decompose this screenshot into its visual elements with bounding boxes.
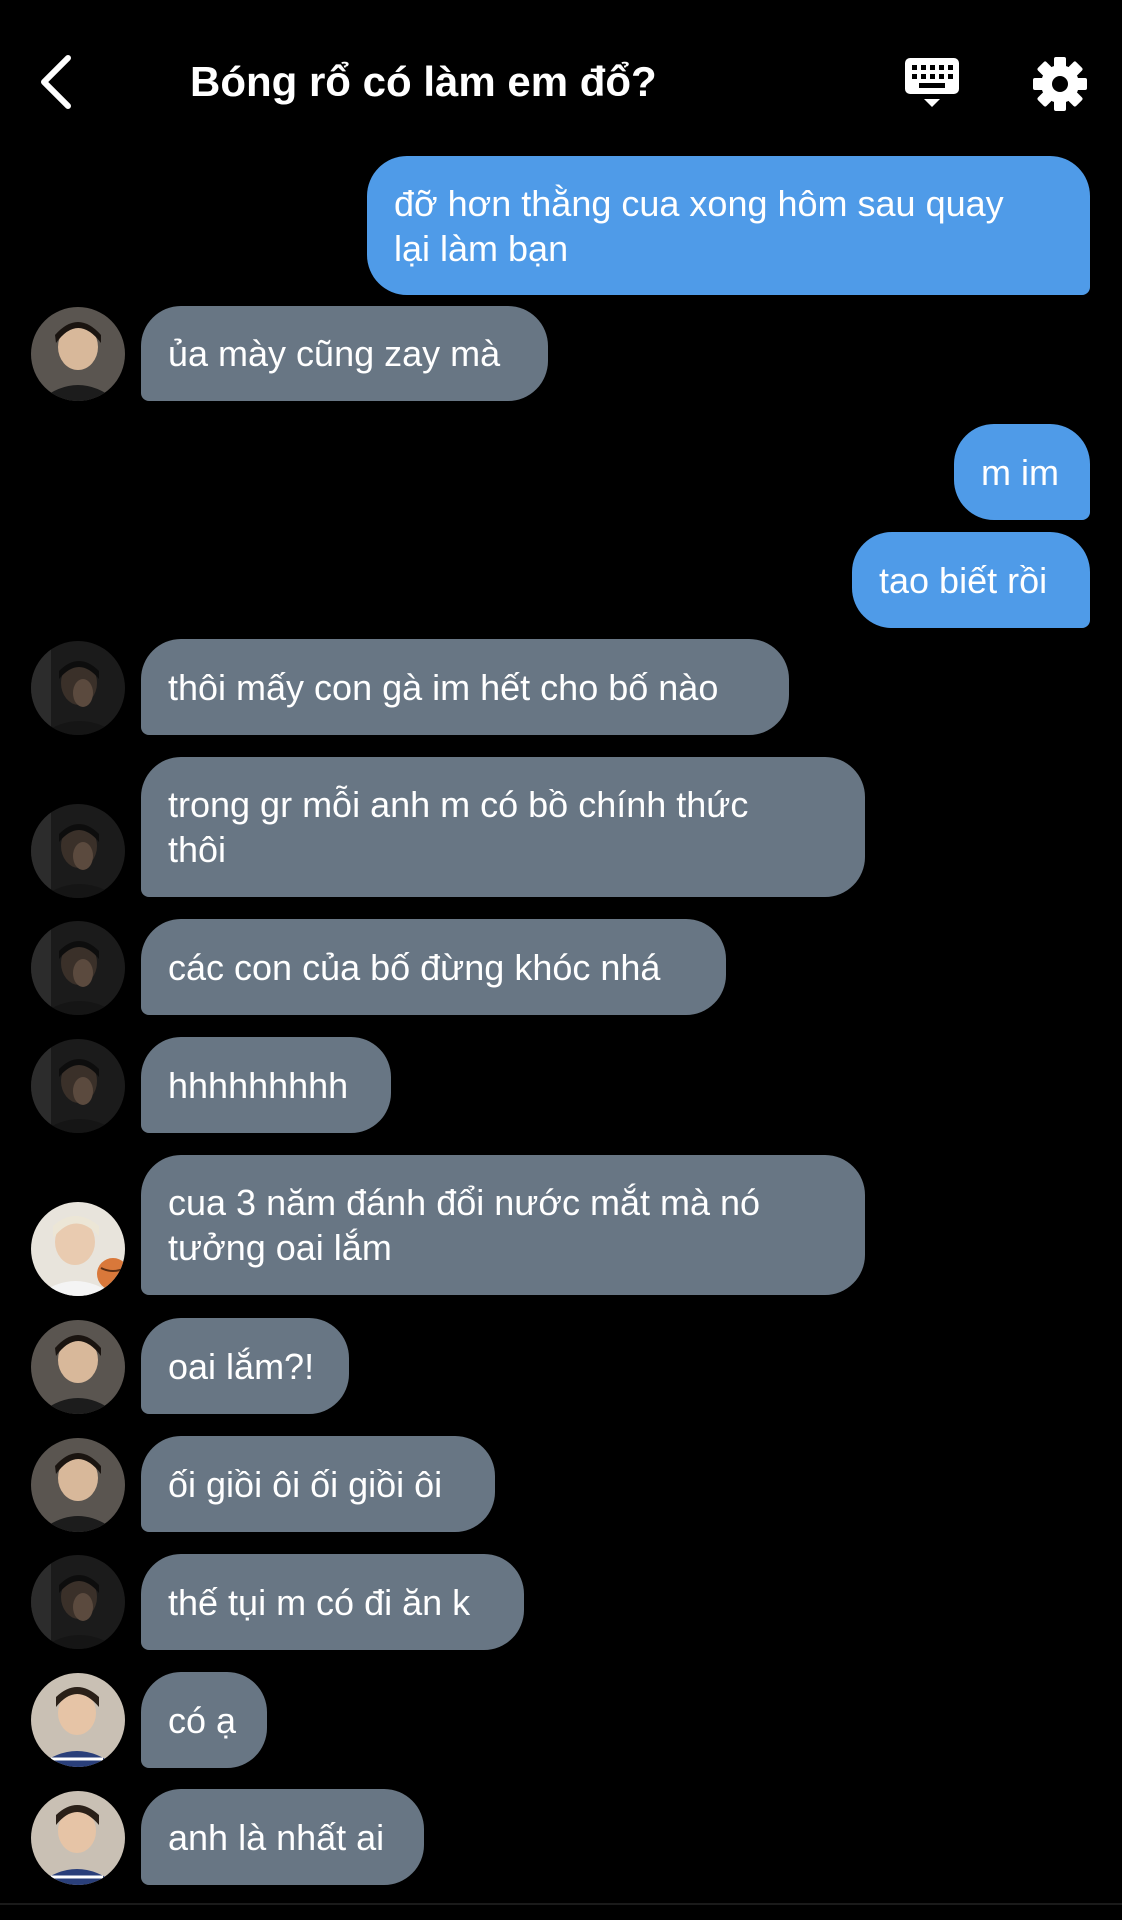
avatar[interactable] [31,1791,125,1885]
message-text: ối giồi ôi ối giồi ôi [168,1463,443,1505]
avatar[interactable] [31,1673,125,1767]
message-bubble-incoming[interactable]: thôi mấy con gà im hết cho bố nào [141,639,789,735]
message-bubble-incoming[interactable]: hhhhhhhhh [141,1037,391,1133]
avatar-a [31,1438,125,1532]
avatar-b [31,641,125,735]
message-text: có ạ [168,1699,237,1741]
message-bubble-outgoing[interactable]: tao biết rồi [852,532,1090,628]
message-bubble-incoming[interactable]: trong gr mỗi anh m có bồ chính thức thôi [141,757,865,897]
avatar[interactable] [31,1202,125,1296]
message-bubble-incoming[interactable]: oai lắm?! [141,1318,349,1414]
message-text: thế tụi m có đi ăn k [168,1581,471,1623]
avatar[interactable] [31,804,125,898]
message-bubble-incoming[interactable]: thế tụi m có đi ăn k [141,1554,524,1650]
message-bubble-incoming[interactable]: các con của bố đừng khóc nhá [141,919,726,1015]
back-button[interactable] [34,52,84,112]
avatar-b [31,1039,125,1133]
avatar[interactable] [31,307,125,401]
message-text: anh là nhất ai [168,1816,385,1858]
message-bubble-incoming[interactable]: anh là nhất ai [141,1789,424,1885]
message-bubble-incoming[interactable]: cua 3 năm đánh đổi nước mắt mà nó tưởng … [141,1155,865,1295]
message-bubble-incoming[interactable]: có ạ [141,1672,267,1768]
message-text: cua 3 năm đánh đổi nước mắt mà nó tưởng … [168,1182,761,1268]
message-text: hhhhhhhhh [168,1064,349,1106]
message-text: đỡ hơn thằng cua xong hôm sau quay lại l… [394,182,1004,269]
chat-header: Bóng rổ có làm em đổ? [0,0,1122,150]
keyboard-button[interactable] [902,54,962,114]
avatar[interactable] [31,1438,125,1532]
message-bubble-outgoing[interactable]: m im [954,424,1090,520]
message-text: tao biết rồi [879,559,1048,601]
chat-title: Bóng rổ có làm em đổ? [190,58,657,105]
message-text: oai lắm?! [168,1345,315,1387]
avatar-b [31,804,125,898]
message-bubble-incoming[interactable]: ủa mày cũng zay mà [141,306,548,401]
avatar[interactable] [31,921,125,1015]
avatar-a [31,307,125,401]
avatar[interactable] [31,1039,125,1133]
avatar-b [31,1555,125,1649]
keyboard-icon [905,58,959,107]
avatar[interactable] [31,641,125,735]
chevron-left-icon [41,55,71,109]
message-bubble-outgoing[interactable]: đỡ hơn thằng cua xong hôm sau quay lại l… [367,156,1090,295]
message-text: các con của bố đừng khóc nhá [168,946,661,988]
avatar[interactable] [31,1320,125,1414]
message-text: thôi mấy con gà im hết cho bố nào [168,666,719,708]
message-text: trong gr mỗi anh m có bồ chính thức thôi [168,784,749,870]
avatar[interactable] [31,1555,125,1649]
message-bubble-incoming[interactable]: ối giồi ôi ối giồi ôi [141,1436,495,1532]
avatar-d [31,1673,125,1767]
avatar-b [31,921,125,1015]
avatar-d [31,1791,125,1885]
divider [0,1903,1122,1905]
message-text: ủa mày cũng zay mà [168,333,501,374]
gear-icon [1033,57,1087,111]
avatar-a [31,1320,125,1414]
message-text: m im [981,451,1059,493]
avatar-c [31,1202,125,1296]
settings-button[interactable] [1030,54,1090,114]
